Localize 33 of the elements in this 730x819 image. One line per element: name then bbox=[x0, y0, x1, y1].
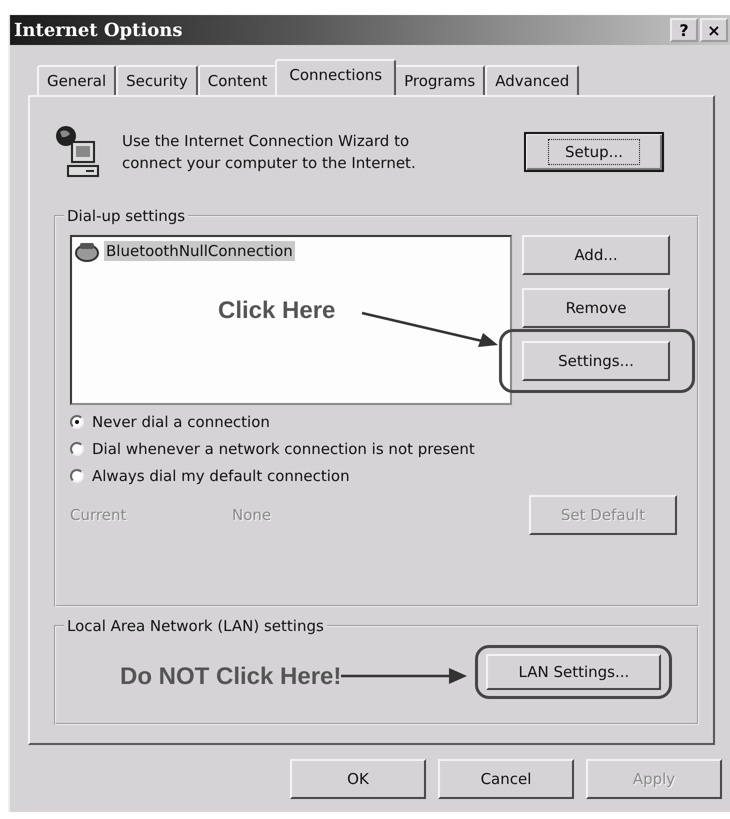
radio-option[interactable]: Never dial a connection bbox=[70, 413, 677, 431]
tab[interactable]: Connections bbox=[275, 59, 396, 95]
dial-up-button[interactable]: Remove bbox=[522, 288, 670, 328]
tab[interactable]: Advanced bbox=[485, 65, 580, 95]
tab[interactable]: Content bbox=[198, 65, 278, 95]
tab[interactable]: Security bbox=[116, 65, 198, 95]
current-label: Current bbox=[70, 506, 128, 524]
radio-button[interactable] bbox=[70, 469, 84, 483]
tab[interactable]: Programs bbox=[394, 65, 486, 95]
option-label: Always dial my default connection bbox=[92, 467, 350, 485]
window-title: Internet Options bbox=[14, 20, 183, 40]
radio-button[interactable] bbox=[70, 442, 84, 456]
group-label: Local Area Network (LAN) settings bbox=[66, 617, 325, 635]
connection-item[interactable]: BluetoothNullConnection bbox=[104, 241, 295, 261]
annotation-text: Do NOT Click Here! bbox=[120, 663, 342, 691]
dial-up-button[interactable]: Settings... bbox=[522, 341, 670, 381]
option-label: Dial whenever a network connection is not present bbox=[92, 440, 475, 458]
option-label: Never dial a connection bbox=[92, 413, 270, 431]
setup-button[interactable]: Setup... bbox=[524, 132, 664, 172]
tab[interactable]: General bbox=[37, 65, 116, 95]
group-label: Dial-up settings bbox=[66, 207, 186, 225]
lan-settings-button[interactable]: LAN Settings... bbox=[486, 654, 662, 690]
dial-up-button[interactable]: Add... bbox=[522, 235, 670, 275]
radio-option[interactable]: Always dial my default connection bbox=[70, 467, 677, 485]
help-button[interactable]: ? bbox=[670, 18, 698, 42]
radio-button[interactable] bbox=[70, 415, 84, 429]
wizard-description: Use the Internet Connection Wizard to connect your computer to the Internet. bbox=[122, 131, 417, 174]
close-button[interactable]: × bbox=[700, 18, 728, 42]
dialog-button[interactable]: OK bbox=[290, 759, 426, 799]
annotation-text: Click Here bbox=[218, 297, 336, 325]
dialog-button[interactable]: Cancel bbox=[438, 759, 574, 799]
current-value: None bbox=[232, 506, 272, 524]
radio-option[interactable]: Dial whenever a network connection is not present bbox=[70, 440, 677, 458]
